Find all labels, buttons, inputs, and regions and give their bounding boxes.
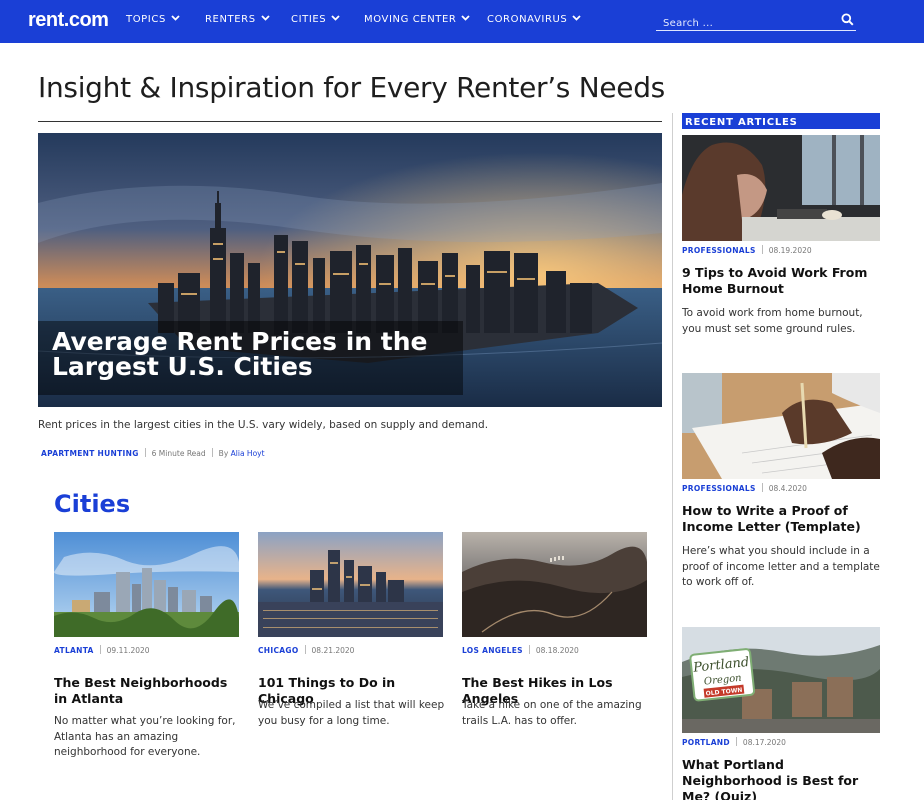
los-angeles-hills-image[interactable] (462, 532, 647, 637)
article-title[interactable]: 9 Tips to Avoid Work From Home Burnout (682, 265, 880, 297)
article-meta: PROFESSIONALS 08.19.2020 (682, 245, 812, 255)
recent-article-card: PROFESSIONALS 08.19.2020 9 Tips to Avoid … (682, 135, 880, 335)
hero-caption-overlay: Average Rent Prices in the Largest U.S. … (38, 321, 463, 395)
hero-by-label: By (218, 449, 229, 458)
article-date: 08.19.2020 (768, 246, 812, 255)
city-card-atlanta: ATLANTA 09.11.2020 The Best Neighborhoods… (54, 532, 239, 758)
nav-topics[interactable]: TOPICS (126, 14, 180, 25)
nav-topics-label: TOPICS (126, 14, 166, 25)
card-title[interactable]: The Best Neighborhoods in Atlanta (54, 675, 244, 707)
meta-divider (528, 645, 530, 654)
article-title[interactable]: How to Write a Proof of Income Letter (T… (682, 503, 880, 535)
recent-article-card: PROFESSIONALS 08.4.2020 How to Write a Pr… (682, 373, 880, 588)
card-date: 08.18.2020 (535, 646, 579, 655)
recent-article-card: Portland Oregon OLD TOWN PORTLAND 08.17.2… (682, 627, 880, 800)
article-category-link[interactable]: PROFESSIONALS (682, 484, 756, 493)
nav-moving-center[interactable]: MOVING CENTER (364, 14, 471, 25)
meta-divider (211, 448, 213, 457)
card-meta: LOS ANGELES 08.18.2020 (462, 645, 579, 655)
nav-cities-label: CITIES (291, 14, 327, 25)
card-meta: CHICAGO 08.21.2020 (258, 645, 354, 655)
card-category-link[interactable]: CHICAGO (258, 646, 299, 655)
article-category-link[interactable]: PORTLAND (682, 738, 730, 747)
search-icon[interactable] (841, 13, 854, 26)
meta-divider (99, 645, 101, 654)
page-title: Insight & Inspiration for Every Renter’s… (38, 71, 665, 104)
city-card-los-angeles: LOS ANGELES 08.18.2020 The Best Hikes in … (462, 532, 647, 727)
hero-author-link[interactable]: Alia Hoyt (231, 449, 265, 458)
writing-letter-image[interactable] (682, 373, 880, 479)
card-description: No matter what you’re looking for, Atlan… (54, 715, 236, 758)
woman-at-laptop-image[interactable] (682, 135, 880, 241)
chevron-down-icon (171, 15, 180, 21)
chevron-down-icon (572, 15, 582, 21)
rent-com-logo[interactable]: rent.com (28, 9, 109, 32)
chevron-down-icon (331, 15, 340, 21)
city-card-chicago: CHICAGO 08.21.2020 101 Things to Do in Ch… (258, 532, 444, 727)
hero-read-time: 6 Minute Read (151, 449, 206, 458)
hero-featured-article[interactable]: Average Rent Prices in the Largest U.S. … (38, 133, 662, 407)
meta-divider (735, 737, 737, 746)
card-description: We’ve compiled a list that will keep you… (258, 699, 445, 727)
nav-coronavirus-label: CORONAVIRUS (487, 14, 568, 25)
top-navigation-bar: rent.com TOPICS RENTERS CITIES MOVING CE… (0, 0, 924, 43)
nav-renters[interactable]: RENTERS (205, 14, 270, 25)
chicago-skyline-image[interactable] (258, 532, 443, 637)
portland-sign-image[interactable]: Portland Oregon OLD TOWN (682, 627, 880, 733)
card-date: 08.21.2020 (311, 646, 355, 655)
card-date: 09.11.2020 (106, 646, 150, 655)
meta-divider (304, 645, 306, 654)
meta-divider (761, 245, 763, 254)
meta-divider (144, 448, 146, 457)
article-meta: PROFESSIONALS 08.4.2020 (682, 483, 807, 493)
article-date: 08.4.2020 (768, 484, 807, 493)
article-title[interactable]: What Portland Neighborhood is Best for M… (682, 757, 880, 800)
search-input[interactable] (656, 14, 826, 33)
sidebar-divider (672, 113, 673, 800)
hero-headline[interactable]: Average Rent Prices in the Largest U.S. … (52, 329, 449, 379)
article-description: To avoid work from home burnout, you mus… (682, 307, 863, 335)
cities-heading[interactable]: Cities (54, 490, 130, 518)
article-date: 08.17.2020 (742, 738, 786, 747)
search-box (656, 11, 856, 33)
meta-divider (761, 483, 763, 492)
hero-category-link[interactable]: APARTMENT HUNTING (41, 449, 139, 458)
hero-description: Rent prices in the largest cities in the… (38, 419, 489, 431)
card-description: Take a hike on one of the amazing trails… (462, 699, 642, 727)
card-category-link[interactable]: LOS ANGELES (462, 646, 523, 655)
recent-articles-heading: RECENT ARTICLES (682, 113, 880, 129)
nav-moving-center-label: MOVING CENTER (364, 14, 457, 25)
nav-renters-label: RENTERS (205, 14, 256, 25)
article-description: Here’s what you should include in a proo… (682, 545, 880, 588)
card-category-link[interactable]: ATLANTA (54, 646, 94, 655)
article-category-link[interactable]: PROFESSIONALS (682, 246, 756, 255)
card-meta: ATLANTA 09.11.2020 (54, 645, 150, 655)
chevron-down-icon (461, 15, 471, 21)
chevron-down-icon (261, 15, 270, 21)
atlanta-skyline-image[interactable] (54, 532, 239, 637)
nav-cities[interactable]: CITIES (291, 14, 340, 25)
nav-coronavirus[interactable]: CORONAVIRUS (487, 14, 582, 25)
title-divider (38, 121, 662, 122)
hero-meta: APARTMENT HUNTING 6 Minute Read By Alia Ho… (41, 448, 265, 458)
article-meta: PORTLAND 08.17.2020 (682, 737, 786, 747)
